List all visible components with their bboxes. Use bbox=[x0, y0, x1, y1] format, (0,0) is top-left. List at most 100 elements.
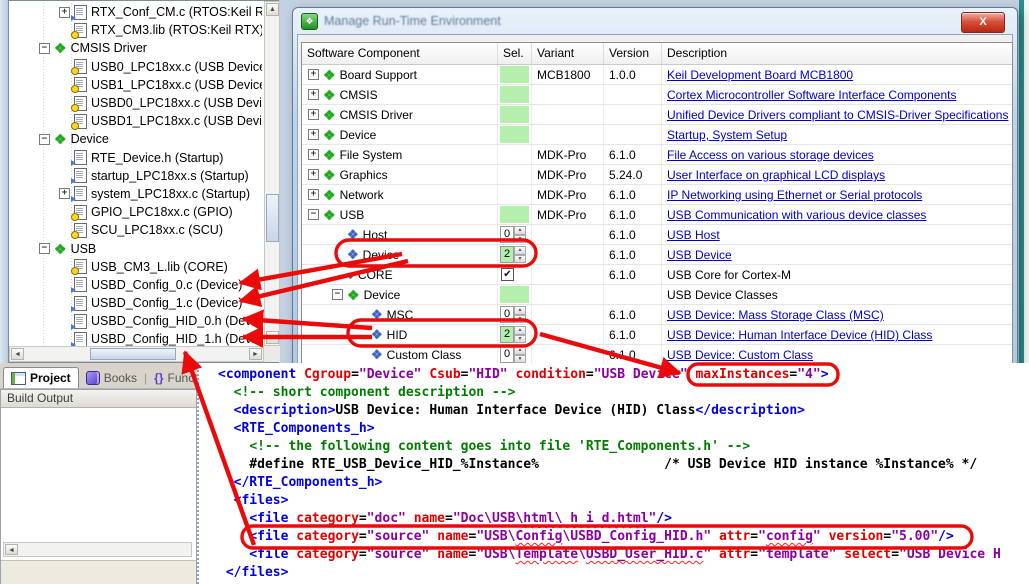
scroll-left-icon[interactable]: ◄ bbox=[11, 348, 24, 360]
tree-item[interactable]: USBD0_LPC18xx.c (USB Device: bbox=[9, 94, 262, 112]
spinner-value[interactable]: 2 bbox=[500, 246, 514, 263]
tree-item[interactable]: USB1_LPC18xx.c (USB Device:U bbox=[9, 76, 262, 94]
description-link[interactable]: USB Communication with various device cl… bbox=[662, 205, 1012, 222]
expand-icon[interactable]: + bbox=[308, 69, 319, 80]
component-row[interactable]: ❖Custom Class0▲▼6.1.0USB Device: Custom … bbox=[302, 345, 1012, 365]
scroll-up-icon[interactable]: ▲ bbox=[266, 3, 279, 16]
component-row[interactable]: +❖DeviceStartup, System Setup bbox=[302, 125, 1012, 145]
close-button[interactable]: X bbox=[961, 12, 1005, 33]
tree-item[interactable]: SCU_LPC18xx.c (SCU) bbox=[9, 221, 262, 239]
component-row[interactable]: +❖GraphicsMDK-Pro5.24.0User Interface on… bbox=[302, 165, 1012, 185]
expand-icon[interactable]: + bbox=[59, 188, 70, 199]
spinner-value[interactable]: 0 bbox=[500, 226, 514, 243]
component-row[interactable]: ❖HID2▲▼6.1.0USB Device: Human Interface … bbox=[302, 325, 1012, 345]
column-variant[interactable]: Variant bbox=[532, 43, 604, 64]
expand-icon[interactable]: + bbox=[308, 189, 319, 200]
component-row[interactable]: +❖File SystemMDK-Pro6.1.0File Access on … bbox=[302, 145, 1012, 165]
instance-count-spinner[interactable]: 2▲▼ bbox=[500, 326, 526, 343]
expand-icon[interactable]: + bbox=[308, 149, 319, 160]
tree-item[interactable]: startup_LPC18xx.s (Startup) bbox=[9, 167, 262, 185]
component-row[interactable]: +❖CMSIS DriverUnified Device Drivers com… bbox=[302, 105, 1012, 125]
tab-project[interactable]: Project bbox=[3, 367, 79, 388]
select-checkbox[interactable]: ✔ bbox=[501, 268, 514, 281]
scroll-left-icon[interactable]: ◄ bbox=[5, 544, 18, 555]
instance-count-spinner[interactable]: 0▲▼ bbox=[500, 306, 526, 323]
column-description[interactable]: Description bbox=[662, 43, 1012, 64]
component-row[interactable]: −❖DeviceUSB Device Classes bbox=[302, 285, 1012, 305]
spinner-down-icon[interactable]: ▼ bbox=[514, 255, 526, 264]
spinner-down-icon[interactable]: ▼ bbox=[514, 315, 526, 324]
instance-count-spinner[interactable]: 0▲▼ bbox=[500, 346, 526, 363]
component-row[interactable]: +❖NetworkMDK-Pro6.1.0IP Networking using… bbox=[302, 185, 1012, 205]
column-software-component[interactable]: Software Component bbox=[302, 43, 498, 64]
spinner-up-icon[interactable]: ▲ bbox=[514, 246, 526, 255]
description-link[interactable]: Startup, System Setup bbox=[662, 125, 1012, 142]
tree-item[interactable]: +system_LPC18xx.c (Startup) bbox=[9, 185, 262, 203]
column-version[interactable]: Version bbox=[604, 43, 662, 64]
spinner-value[interactable]: 2 bbox=[500, 326, 514, 343]
spinner-value[interactable]: 0 bbox=[500, 346, 514, 363]
collapse-icon[interactable]: − bbox=[39, 43, 50, 54]
description-link[interactable]: IP Networking using Ethernet or Serial p… bbox=[662, 185, 1012, 202]
component-row[interactable]: +❖CMSISCortex Microcontroller Software I… bbox=[302, 85, 1012, 105]
spinner-up-icon[interactable]: ▲ bbox=[514, 326, 526, 335]
description-link[interactable]: Cortex Microcontroller Software Interfac… bbox=[662, 85, 1012, 102]
tree-item[interactable]: USBD_Config_0.c (Device) bbox=[9, 276, 262, 294]
component-row[interactable]: ❖Device2▲▼6.1.0USB Device bbox=[302, 245, 1012, 265]
tree-item[interactable]: USBD_Config_HID_0.h (Device: bbox=[9, 312, 262, 330]
column-sel[interactable]: Sel. bbox=[498, 43, 532, 64]
build-output-scrollbar[interactable]: ◄ bbox=[3, 542, 192, 557]
collapse-icon[interactable]: − bbox=[39, 243, 50, 254]
tree-item[interactable]: RTE_Device.h (Startup) bbox=[9, 149, 262, 167]
component-row[interactable]: +❖Board SupportMCB18001.0.0Keil Developm… bbox=[302, 65, 1012, 85]
component-row[interactable]: ◆CORE✔6.1.0USB Core for Cortex-M bbox=[302, 265, 1012, 285]
expand-icon[interactable]: + bbox=[308, 169, 319, 180]
component-row[interactable]: −❖USBMDK-Pro6.1.0USB Communication with … bbox=[302, 205, 1012, 225]
description-link[interactable]: Keil Development Board MCB1800 bbox=[662, 65, 1012, 82]
tree-vscroll-thumb[interactable] bbox=[266, 194, 279, 242]
tree-item[interactable]: +RTX_Conf_CM.c (RTOS:Keil RT bbox=[9, 3, 262, 21]
expand-icon[interactable]: + bbox=[59, 7, 70, 18]
description-link[interactable]: USB Device: Custom Class bbox=[662, 345, 1012, 362]
description-link[interactable]: USB Device bbox=[662, 245, 1012, 262]
description-link[interactable]: File Access on various storage devices bbox=[662, 145, 1012, 162]
collapse-icon[interactable]: − bbox=[308, 209, 319, 220]
collapse-icon[interactable]: − bbox=[332, 289, 343, 300]
tree-hscroll-thumb[interactable] bbox=[90, 348, 176, 360]
spinner-down-icon[interactable]: ▼ bbox=[514, 335, 526, 344]
tree-item[interactable]: −❖Device bbox=[9, 130, 262, 148]
tree-item[interactable]: −❖USB bbox=[9, 239, 262, 257]
tree-item[interactable]: GPIO_LPC18xx.c (GPIO) bbox=[9, 203, 262, 221]
tree-item[interactable]: USB0_LPC18xx.c (USB Device:U bbox=[9, 58, 262, 76]
tree-horizontal-scrollbar[interactable]: ◄ ► bbox=[9, 346, 264, 362]
expand-icon[interactable]: + bbox=[308, 89, 319, 100]
tree-item[interactable]: RTX_CM3.lib (RTOS:Keil RTX) bbox=[9, 21, 262, 39]
scroll-right-icon[interactable]: ► bbox=[249, 348, 262, 360]
scroll-down-icon[interactable]: ▼ bbox=[266, 331, 279, 344]
description-link[interactable]: USB Device: Human Interface Device (HID)… bbox=[662, 325, 1012, 342]
description-link[interactable]: User Interface on graphical LCD displays bbox=[662, 165, 1012, 182]
description-link[interactable]: USB Host bbox=[662, 225, 1012, 242]
spinner-value[interactable]: 0 bbox=[500, 306, 514, 323]
expand-icon[interactable]: + bbox=[308, 109, 319, 120]
tab-books[interactable]: Books bbox=[79, 368, 144, 388]
pdsc-code-panel[interactable]: <component Cgroup="Device" Csub="HID" co… bbox=[197, 363, 1029, 584]
collapse-icon[interactable]: − bbox=[39, 134, 50, 145]
component-row[interactable]: ❖MSC0▲▼6.1.0USB Device: Mass Storage Cla… bbox=[302, 305, 1012, 325]
instance-count-spinner[interactable]: 2▲▼ bbox=[500, 246, 526, 263]
expand-icon[interactable]: + bbox=[308, 129, 319, 140]
dialog-titlebar[interactable]: ❖ Manage Run-Time Environment X bbox=[293, 8, 1017, 34]
tree-item[interactable]: −❖CMSIS Driver bbox=[9, 39, 262, 57]
spinner-down-icon[interactable]: ▼ bbox=[514, 355, 526, 364]
spinner-up-icon[interactable]: ▲ bbox=[514, 306, 526, 315]
spinner-up-icon[interactable]: ▲ bbox=[514, 346, 526, 355]
instance-count-spinner[interactable]: 0▲▼ bbox=[500, 226, 526, 243]
description-link[interactable]: USB Device: Mass Storage Class (MSC) bbox=[662, 305, 1012, 322]
component-row[interactable]: ❖Host0▲▼6.1.0USB Host bbox=[302, 225, 1012, 245]
description-link[interactable]: Unified Device Drivers compliant to CMSI… bbox=[662, 105, 1012, 122]
tree-item[interactable]: USB_CM3_L.lib (CORE) bbox=[9, 258, 262, 276]
tree-vertical-scrollbar[interactable]: ▲ ▼ bbox=[264, 1, 280, 346]
spinner-down-icon[interactable]: ▼ bbox=[514, 235, 526, 244]
tab-functions[interactable]: {} Funct bbox=[147, 368, 197, 388]
tree-item[interactable]: USBD_Config_1.c (Device) bbox=[9, 294, 262, 312]
